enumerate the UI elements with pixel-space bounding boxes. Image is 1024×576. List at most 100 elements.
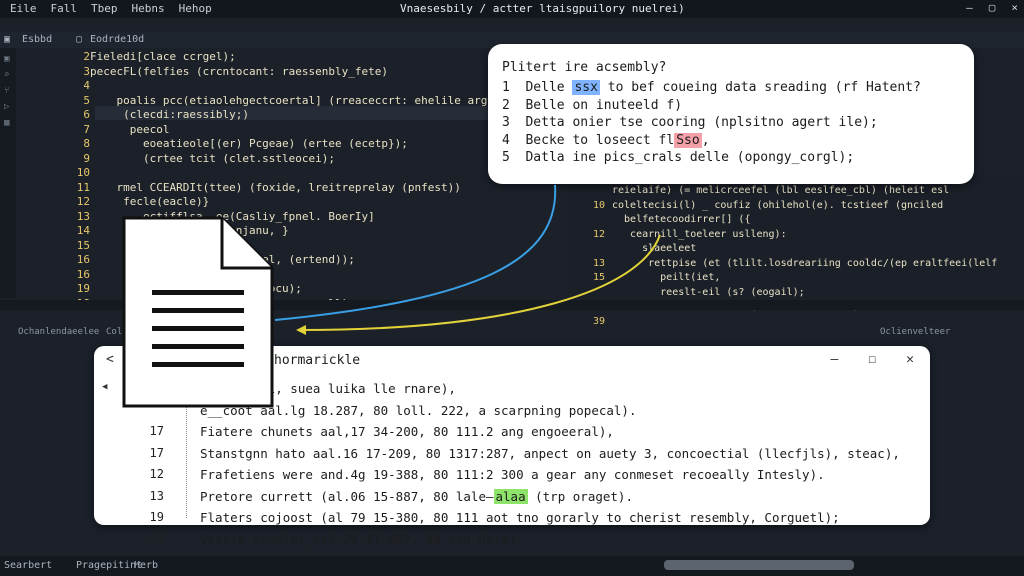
tab-ochanlendaeelee[interactable]: Ochanlendaeelee [18,327,99,337]
line-number: 13 [592,257,605,269]
code-line: reeslt-eil (s? (eogail); [612,286,805,298]
highlight-tag: Sso [674,132,702,148]
back-chevron-icon[interactable]: < [106,352,114,367]
row-text: Becke to loseect fl [525,132,675,148]
row-text: Fiatere chunets aal,17 34-200, 80 111.2 … [200,424,614,439]
list-number: 3 [502,115,526,130]
menu-file[interactable]: Eile [10,2,37,15]
row-text: Delle [525,80,573,95]
popup-list-item[interactable]: 4 Becke to loseect fl Sso, [502,132,960,150]
row-text: Belle on inuteeld f) [525,97,683,113]
highlight-tag: alaa [493,488,528,504]
line-number: 15 [76,238,90,252]
line-number [575,242,605,257]
row-text: to bef coueing data sreading (rf Hatent? [599,80,921,95]
line-number: 12 [76,195,90,208]
menu-hebns[interactable]: Hebns [132,2,165,15]
panel-row: Fiatere chunets aal,17 34-200, 80 111.2 … [200,421,900,443]
line-number: 4 [83,79,90,92]
popup-title: Plitert ire acsembly? [502,60,667,75]
line-number [575,184,605,199]
source-control-icon[interactable]: ⑂ [4,86,16,96]
line-number: 3 [83,64,90,78]
list-number: 1 [502,80,526,95]
line-number: 12 [592,228,605,240]
menu-fall[interactable]: Fall [51,2,78,15]
line-number: 28 [149,531,164,546]
line-number-gutter: 2345678910111213141516161918 [30,50,90,311]
extensions-icon[interactable]: ▦ [4,118,16,128]
panel-row: Stanstgnn hato aal.16 17-209, 80 1317:28… [200,443,900,465]
line-number: 14 [76,224,90,237]
line-number: 7 [83,122,90,136]
window-title: Vnaesesbily / actter ltaisgpuilory nuelr… [400,2,685,15]
row-text: Detta onier tse cooring (nplsitno agert … [525,115,878,130]
line-number: 2 [83,50,90,63]
status-herb[interactable]: Herb [134,560,158,571]
line-number: 5 [83,93,90,107]
document-icon [122,216,274,408]
row-text: Pretore currett (al.06 15-887, 80 lale— [200,488,494,504]
line-number: 13 [76,209,90,223]
line-number: 11 [76,180,90,194]
explorer-icon[interactable]: ▣ [4,54,16,64]
row-text: , [701,132,710,148]
horizontal-scrollbar[interactable] [664,560,854,570]
close-button[interactable]: × [1011,1,1018,14]
list-number: 2 [502,97,526,113]
line-number: 17 [149,445,164,460]
code-line: peilt(iet, [612,272,721,283]
panel-row: Pretore currett (al.06 15-887, 80 lale— a… [200,486,900,508]
minimize-button[interactable]: – [966,1,973,14]
panel-row: Flaters cojoost (al 79 15-380, 80 111 ao… [200,507,900,529]
file-icon: ▢ [76,34,83,45]
code-line: reielaife) (= melicrceefel (lbl eeslfee_… [612,185,950,196]
debug-icon[interactable]: ▷ [4,102,16,112]
line-number: 19 [76,282,90,295]
menu-tbep[interactable]: Tbep [91,2,118,15]
code-line: cearnill_toeleer uslleng): [612,228,787,240]
window-title-lower: hormarickle [274,353,361,368]
line-number: 13 [149,488,164,503]
line-number: 16 [76,253,90,266]
panel-row: Vistie conplet_cil,20,17-887, 80 esd Dat… [200,529,900,551]
popup-list-item[interactable]: 5 Datla ine pics_crals delle (opongy_cor… [502,149,960,167]
popup-list-item[interactable]: 1 Delle ssx to bef coueing data sreading… [502,79,960,97]
row-text: Stanstgnn hato aal.16 17-209, 80 1317:28… [200,445,900,461]
code-line: rmel CCEARDIt(ttee) (foxide, lreitreprel… [90,180,461,194]
code-line: fecle(eacle)} [90,195,210,208]
menu-hehop[interactable]: Hehop [179,2,212,15]
line-number [575,213,605,228]
panel-row: Hent haial, suea luika lle rnare), [200,378,900,400]
tab-oclienvelteer[interactable]: Oclienvelteer [880,327,950,337]
line-number: 15 [592,272,605,283]
line-number: 9 [83,151,90,165]
status-pragepitint[interactable]: Pragepitint [76,560,142,571]
code-line: rettpise (et (tlilt.losdreariing cooldc/… [612,257,998,269]
search-icon[interactable]: ⌕ [4,70,16,80]
row-text: Frafetiens were and.4g 19-388, 80 111:2 … [200,467,825,482]
line-number: 8 [83,137,90,150]
panel-maximize-button[interactable]: ☐ [868,352,876,367]
panel-minimize-button[interactable]: — [831,352,839,367]
row-text: Flaters cojoost (al 79 15-380, 80 111 ao… [200,510,840,525]
tab-eodrde10d[interactable]: Eodrde10d [90,34,144,45]
popup-list-item[interactable]: 3 Detta onier tse cooring (nplsitno ager… [502,114,960,132]
tab-esbbd[interactable]: Esbbd [22,34,52,45]
panel-row: e__coot aal.lg 18.287, 80 loll. 222, a s… [200,400,900,422]
row-text: Vistie conplet_cil,20,17-887, 80 esd Dat… [200,531,524,547]
line-number [575,286,605,301]
row-text: Datla ine pics_crals delle (opongy_corgl… [525,150,855,165]
line-number: 17 [149,424,164,438]
maximize-button[interactable]: ▢ [989,1,996,14]
folder-icon: ▣ [4,34,11,45]
panel-close-button[interactable]: ✕ [906,352,914,367]
panel-text[interactable]: Hent haial, suea luika lle rnare), e__coo… [200,378,900,550]
code-line: slaeeleet [612,243,697,254]
assembly-prompt-popup: Plitert ire acsembly? 1 Delle ssx to bef… [488,44,974,184]
line-number: 10 [592,199,605,211]
popup-list-item[interactable]: 2 Belle on inuteeld f) [502,97,960,115]
code-line: coleltecisi(l) _ coufiz (ohilehol(e). tc… [612,199,944,211]
status-searbert[interactable]: Searbert [4,560,52,571]
panel-row: Frafetiens were and.4g 19-388, 80 111:2 … [200,464,900,486]
